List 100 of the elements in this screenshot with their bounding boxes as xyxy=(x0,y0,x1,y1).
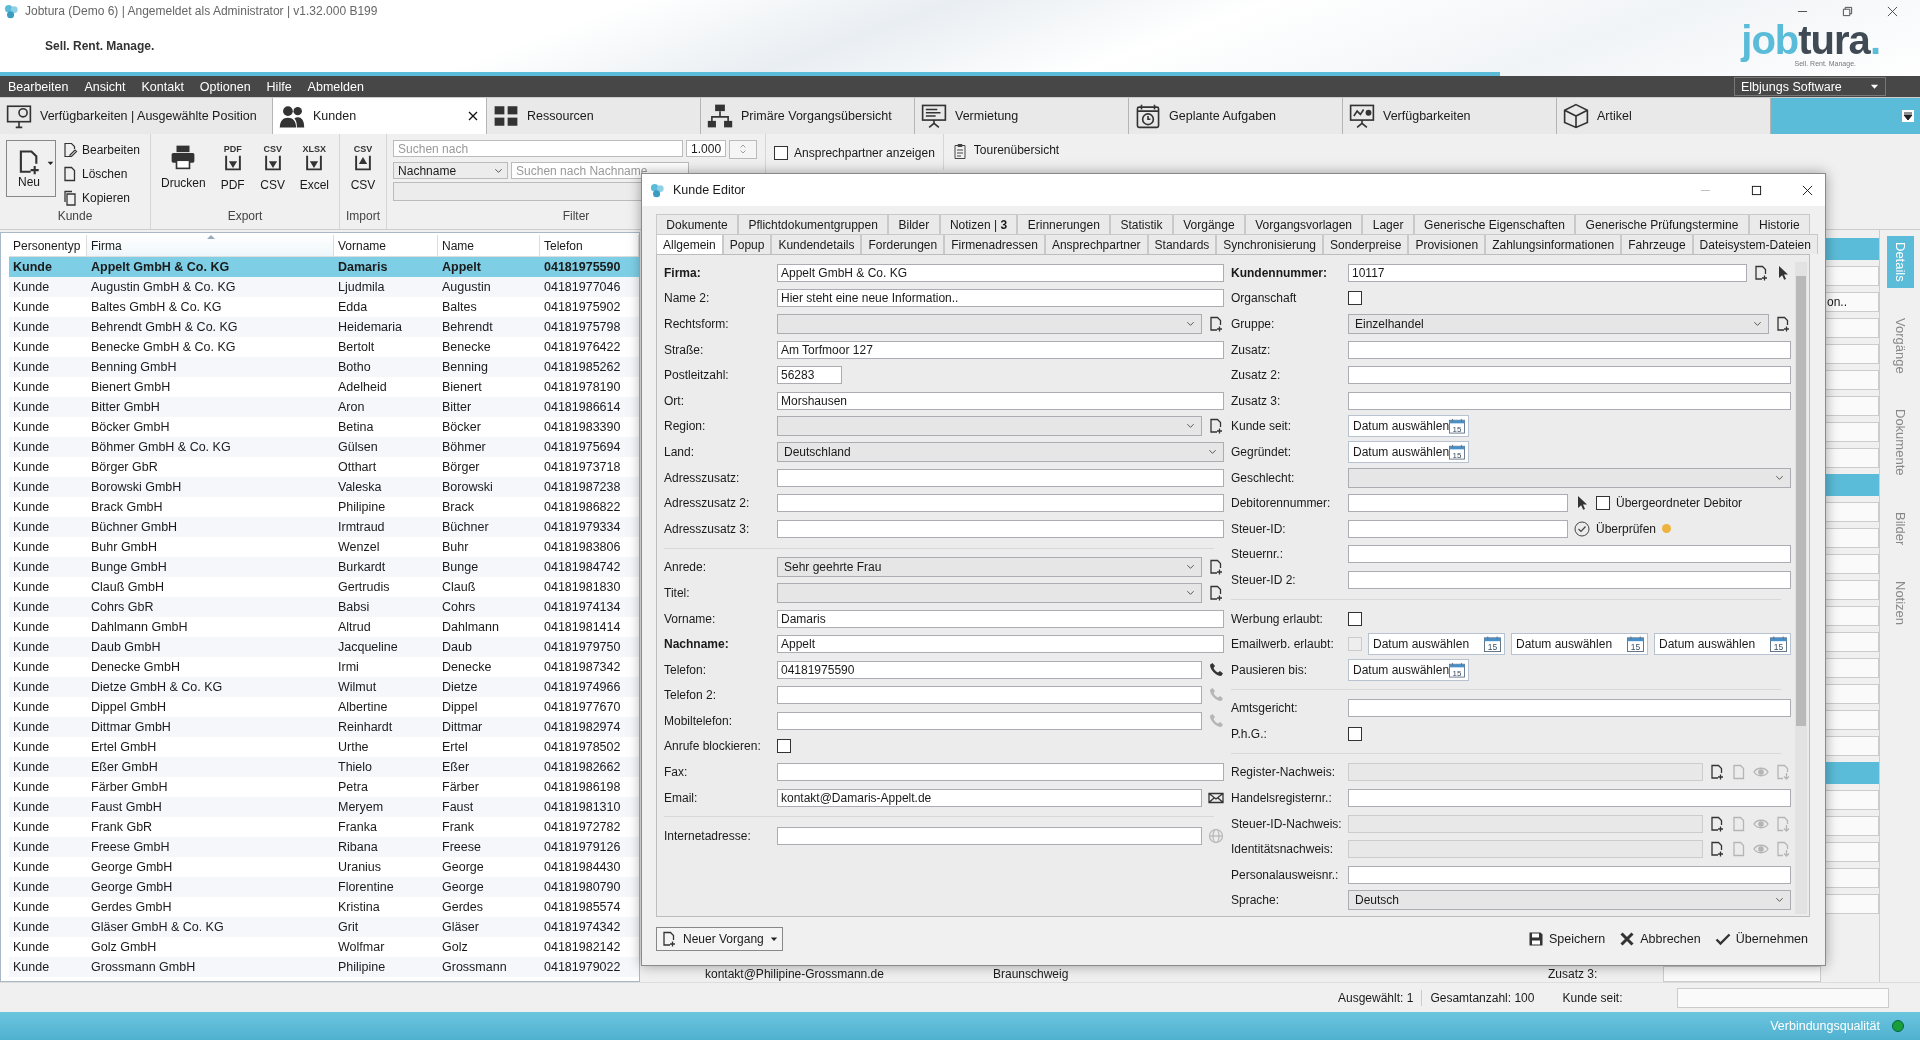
column-header[interactable]: Name xyxy=(438,235,540,256)
server-icon[interactable] xyxy=(493,103,519,129)
maximize-icon[interactable] xyxy=(1751,184,1762,196)
tab[interactable]: Zahlungsinformationen xyxy=(1485,234,1622,254)
table-row[interactable]: Kunde Buhr GmbH Wenzel Buhr 04181983806 xyxy=(9,537,639,557)
chart-board-icon[interactable] xyxy=(1349,103,1375,129)
checkbox[interactable] xyxy=(1596,496,1610,511)
table-row[interactable]: Kunde Clauß GmbH Gertrudis Clauß 04181981830 xyxy=(9,577,639,597)
text-field[interactable] xyxy=(1824,502,1879,522)
tab[interactable]: Standards xyxy=(1147,234,1217,254)
menu-item[interactable]: Ansicht xyxy=(84,79,126,94)
text-field[interactable] xyxy=(1824,632,1879,652)
checkbox[interactable] xyxy=(1348,726,1362,741)
dialog-button[interactable]: Speichern xyxy=(1527,931,1606,947)
text-field[interactable] xyxy=(1824,606,1879,626)
dropdown[interactable] xyxy=(777,416,1202,437)
edit-icon[interactable] xyxy=(62,141,78,158)
table-row[interactable]: Kunde Bienert GmbH Adelheid Bienert 04181978190 xyxy=(9,377,639,397)
table-row[interactable]: Kunde Behrendt GmbH & Co. KG Heidemaria Behrendt 04181975798 xyxy=(9,317,639,337)
add-document-icon[interactable] xyxy=(1775,316,1791,332)
new-process-button[interactable]: Neuer Vorgang xyxy=(656,927,783,951)
checkmark-icon[interactable] xyxy=(1714,931,1731,947)
text-field[interactable] xyxy=(1348,865,1791,884)
tab[interactable]: Verfügbarkeiten xyxy=(1343,98,1557,134)
table-row[interactable]: Kunde Golz GmbH Wolfmar Golz 04181982142 xyxy=(9,937,639,957)
menu-item[interactable]: Optionen xyxy=(199,79,251,94)
table-row[interactable]: Kunde Dahlmann GmbH Altrud Dahlmann 04181981414 xyxy=(9,617,639,637)
tab[interactable]: Historie xyxy=(1748,214,1811,234)
text-field[interactable]: Morshausen xyxy=(777,391,1224,410)
dropdown[interactable]: Sehr geehrte Frau xyxy=(777,557,1202,578)
text-field[interactable] xyxy=(1824,396,1879,416)
tab[interactable]: Bilder xyxy=(888,214,940,234)
table-row[interactable]: Kunde Färber GmbH Petra Färber 04181986198 xyxy=(9,777,639,797)
copy-icon[interactable] xyxy=(62,189,78,206)
text-field[interactable] xyxy=(1824,816,1879,836)
tab[interactable]: Statistik xyxy=(1110,214,1173,234)
tours-button[interactable]: Tourenübersicht xyxy=(943,134,1068,163)
ribbon-button[interactable]: CSV CSV xyxy=(346,140,381,209)
ribbon-button[interactable]: PDF PDF xyxy=(215,140,250,209)
checkbox[interactable] xyxy=(777,739,791,754)
text-field[interactable] xyxy=(1348,570,1791,589)
file-field[interactable] xyxy=(1348,763,1703,782)
tab[interactable]: Kunden xyxy=(273,98,487,134)
text-field[interactable] xyxy=(1824,344,1879,364)
dropdown[interactable]: Einzelhandel xyxy=(1348,314,1769,334)
text-field[interactable] xyxy=(1824,684,1879,704)
menu-item[interactable]: Bearbeiten xyxy=(8,79,69,94)
scrollbar[interactable] xyxy=(1795,262,1807,914)
tab[interactable]: Popup xyxy=(722,234,772,254)
tab[interactable]: Pflichtdokumentgruppen xyxy=(738,214,889,234)
document-icon[interactable] xyxy=(62,165,78,182)
presentation-board-icon[interactable] xyxy=(921,103,947,129)
table-row[interactable]: Kunde Gerdes GmbH Kristina Gerdes 04181985574 xyxy=(9,897,639,917)
text-field[interactable] xyxy=(1677,987,1890,1008)
add-document-icon[interactable] xyxy=(1709,815,1725,832)
menu-item[interactable]: Hilfe xyxy=(266,79,292,94)
tab[interactable]: Forderungen xyxy=(861,234,945,254)
table-row[interactable]: Kunde Bitter GmbH Aron Bitter 04181986614 xyxy=(9,397,639,417)
table-row[interactable]: Kunde George GmbH Florentine George 04181980790 xyxy=(9,877,639,897)
tab[interactable]: Lager xyxy=(1362,214,1414,234)
close-icon[interactable] xyxy=(1802,184,1813,196)
table-row[interactable]: Kunde Eßer GmbH Thielo Eßer 04181982662 xyxy=(9,757,639,777)
table-row[interactable]: Kunde Ertel GmbH Urthe Ertel 04181978502 xyxy=(9,737,639,757)
tab[interactable]: Artikel xyxy=(1557,98,1771,134)
tab[interactable]: Provisionen xyxy=(1408,234,1486,254)
text-field[interactable] xyxy=(1348,494,1568,513)
column-header[interactable]: Vorname xyxy=(334,235,438,256)
text-field[interactable]: Appelt xyxy=(777,635,1224,654)
tab[interactable]: Dateisystem-Dateien xyxy=(1692,234,1818,254)
text-field[interactable] xyxy=(777,494,1224,513)
text-field[interactable] xyxy=(1824,868,1879,888)
date-picker[interactable]: Datum auswählen 15 xyxy=(1511,633,1648,656)
table-row[interactable]: Kunde Frank GbR Franka Frank 04181972782 xyxy=(9,817,639,837)
text-field[interactable] xyxy=(1348,391,1791,410)
tab[interactable]: Generische Prüfungstermine xyxy=(1575,214,1749,234)
dialog-button[interactable]: Abbrechen xyxy=(1619,931,1701,947)
text-field[interactable] xyxy=(1348,699,1791,718)
calendar-clock-icon[interactable] xyxy=(1135,103,1161,129)
text-field[interactable] xyxy=(777,686,1202,705)
table-row[interactable]: Kunde Böhmer GmbH & Co. KG Gülsen Böhmer 04181975694 xyxy=(9,437,639,457)
text-field[interactable]: kontakt@Damaris-Appelt.de xyxy=(777,788,1202,807)
tab[interactable]: Notizen | 3 xyxy=(939,214,1018,234)
menu-item[interactable]: Kontakt xyxy=(141,79,184,94)
add-document-icon[interactable] xyxy=(1753,264,1769,281)
file-field[interactable] xyxy=(1348,814,1703,833)
table-row[interactable]: Kunde Faust GmbH Meryem Faust 04181981310 xyxy=(9,797,639,817)
text-field[interactable] xyxy=(1824,894,1879,914)
tab[interactable]: Vorgangsvorlagen xyxy=(1244,214,1363,234)
tab[interactable]: Vermietung xyxy=(915,98,1129,134)
table-row[interactable]: Kunde Dietze GmbH & Co. KG Wilmut Dietze 04181974966 xyxy=(9,677,639,697)
text-field[interactable] xyxy=(1348,789,1791,808)
text-field[interactable] xyxy=(1348,366,1791,385)
text-field[interactable]: Hier steht eine neue Information.. xyxy=(777,289,1224,308)
table-row[interactable]: Kunde Borowski GmbH Valeska Borowski 04181987238 xyxy=(9,477,639,497)
ribbon-button[interactable]: Kopieren xyxy=(62,188,141,207)
monitor-icon[interactable] xyxy=(6,103,32,129)
text-field[interactable]: on.. xyxy=(1824,292,1879,312)
dropdown[interactable]: Deutschland xyxy=(777,441,1224,462)
close-icon[interactable] xyxy=(1887,5,1898,17)
tab[interactable]: Primäre Vorgangsübersicht xyxy=(701,98,915,134)
